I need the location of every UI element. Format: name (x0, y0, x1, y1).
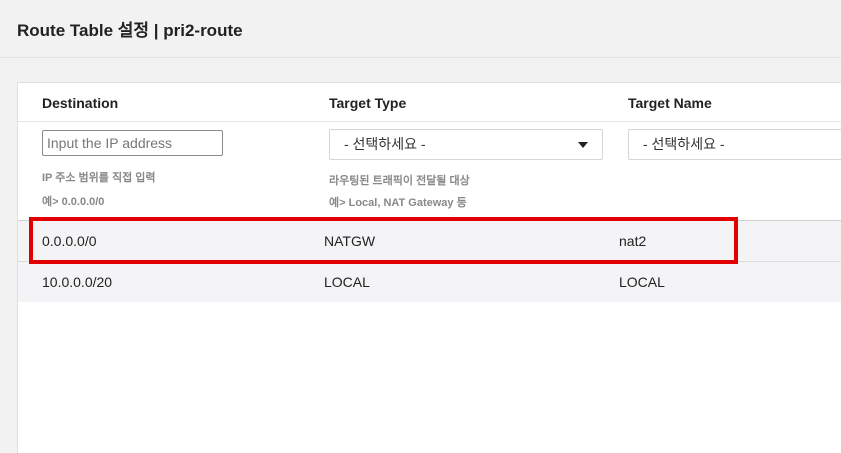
target-type-select[interactable]: - 선택하세요 - (329, 129, 603, 160)
caret-down-icon (578, 142, 588, 148)
column-header-target-type: Target Type (329, 95, 407, 111)
header-divider (18, 121, 841, 122)
column-header-destination: Destination (42, 95, 119, 111)
cell-target-type: NATGW (324, 233, 376, 249)
cell-destination: 0.0.0.0/0 (42, 233, 97, 249)
cell-destination: 10.0.0.0/20 (42, 274, 113, 290)
target-type-example: 예> Local, NAT Gateway 등 (329, 197, 467, 209)
table-row[interactable]: 10.0.0.0/20 LOCAL LOCAL (18, 262, 841, 302)
cell-target-type: LOCAL (324, 274, 370, 290)
destination-hint: IP 주소 범위를 직접 입력 (42, 172, 156, 184)
column-header-target-name: Target Name (628, 95, 712, 111)
table-row[interactable]: 0.0.0.0/0 NATGW nat2 (18, 221, 841, 262)
cell-target-name: nat2 (619, 233, 647, 249)
target-type-select-value: - 선택하세요 - (344, 136, 426, 152)
target-name-select[interactable]: - 선택하세요 - (628, 129, 841, 160)
target-name-select-value: - 선택하세요 - (643, 136, 725, 152)
destination-ip-input[interactable] (42, 130, 223, 156)
route-table-panel: Destination Target Type Target Name - 선택… (17, 82, 841, 453)
destination-example: 예> 0.0.0.0/0 (42, 196, 105, 208)
cell-target-name: LOCAL (619, 274, 665, 290)
page-header: Route Table 설정 | pri2-route (0, 0, 841, 58)
page-title: Route Table 설정 | pri2-route (17, 21, 243, 40)
target-type-hint: 라우팅된 트래픽이 전달될 대상 (329, 175, 470, 187)
